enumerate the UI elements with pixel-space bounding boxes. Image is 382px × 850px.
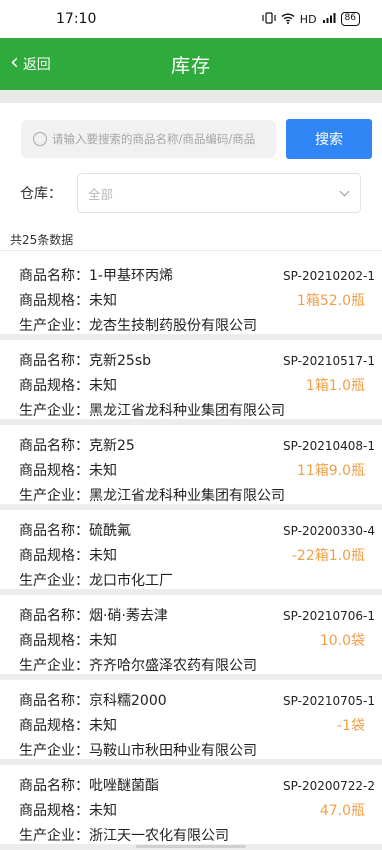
- battery-icon: 86: [340, 12, 360, 26]
- list-item[interactable]: 商品名称：吡唑醚菌酯 商品规格：未知 生产企业：浙江天一农化有限公司 SP-20…: [0, 765, 382, 850]
- warehouse-select[interactable]: 全部: [77, 173, 361, 213]
- stock-list: 商品名称：1-甲基环丙烯 商品规格：未知 生产企业：龙杏生技制药股份有限公司 S…: [0, 255, 382, 850]
- item-quantity: -22箱1.0瓶: [291, 548, 365, 564]
- warehouse-label: 仓库：: [20, 186, 62, 202]
- wifi-icon: [281, 12, 295, 27]
- list-item[interactable]: 商品名称：烟·硝·莠去津 商品规格：未知 生产企业：齐齐哈尔盛泽农药有限公司 S…: [0, 595, 382, 680]
- home-indicator[interactable]: [136, 845, 246, 848]
- list-item[interactable]: 商品名称：京科糯2000 商品规格：未知 生产企业：马鞍山市秋田种业有限公司 S…: [0, 680, 382, 765]
- item-maker: 生产企业：马鞍山市秋田种业有限公司: [19, 743, 257, 759]
- page-title: 库存: [170, 54, 211, 77]
- result-count: 共25条数据: [0, 229, 382, 251]
- item-quantity: 11箱9.0瓶: [296, 463, 365, 479]
- item-quantity: -1袋: [337, 718, 365, 734]
- item-code: SP-20210517-1: [283, 354, 375, 368]
- item-maker: 生产企业：龙口市化工厂: [19, 573, 173, 589]
- back-button[interactable]: ‹ 返回: [10, 38, 51, 90]
- status-bar: 17:10 HD 86: [0, 0, 382, 38]
- item-code: SP-20200722-2: [283, 779, 375, 793]
- list-item[interactable]: 商品名称：克新25sb 商品规格：未知 生产企业：黑龙江省龙科种业集团有限公司 …: [0, 340, 382, 425]
- vibrate-icon: [262, 11, 276, 27]
- search-box[interactable]: [21, 120, 276, 158]
- item-maker: 生产企业：齐齐哈尔盛泽农药有限公司: [19, 658, 257, 674]
- item-quantity: 1箱1.0瓶: [305, 378, 365, 394]
- item-maker: 生产企业：龙杏生技制药股份有限公司: [19, 318, 257, 334]
- chevron-left-icon: ‹: [10, 49, 19, 75]
- item-code: SP-20210202-1: [283, 269, 375, 283]
- item-maker: 生产企业：黑龙江省龙科种业集团有限公司: [19, 403, 285, 419]
- list-item[interactable]: 商品名称：克新25 商品规格：未知 生产企业：黑龙江省龙科种业集团有限公司 SP…: [0, 425, 382, 510]
- warehouse-row: 仓库： 全部: [0, 170, 382, 216]
- search-input[interactable]: [52, 132, 268, 146]
- item-code: SP-20210408-1: [283, 439, 375, 453]
- search-button[interactable]: 搜索: [286, 119, 372, 159]
- search-row: 搜索: [0, 112, 382, 166]
- status-time: 17:10: [56, 11, 97, 27]
- signal-icon: [322, 12, 336, 27]
- list-item[interactable]: 商品名称：1-甲基环丙烯 商品规格：未知 生产企业：龙杏生技制药股份有限公司 S…: [0, 255, 382, 340]
- item-code: SP-20200330-4: [283, 524, 375, 538]
- nav-bar: ‹ 返回 库存: [0, 38, 382, 90]
- section-divider: [0, 90, 382, 103]
- list-item[interactable]: 商品名称：硫酰氟 商品规格：未知 生产企业：龙口市化工厂 SP-20200330…: [0, 510, 382, 595]
- warehouse-value: 全部: [88, 186, 114, 202]
- item-code: SP-20210705-1: [283, 694, 375, 708]
- item-quantity: 1箱52.0瓶: [296, 293, 365, 309]
- item-spec: 商品规格：未知: [19, 718, 117, 734]
- back-label: 返回: [22, 57, 51, 73]
- item-code: SP-20210706-1: [283, 609, 375, 623]
- item-quantity: 10.0袋: [319, 633, 365, 649]
- search-icon: [33, 132, 47, 146]
- item-quantity: 47.0瓶: [319, 803, 365, 819]
- chevron-down-icon: [339, 186, 350, 196]
- status-icons: HD 86: [262, 11, 360, 27]
- network-label: HD: [299, 12, 317, 26]
- item-maker: 生产企业：黑龙江省龙科种业集团有限公司: [19, 488, 285, 504]
